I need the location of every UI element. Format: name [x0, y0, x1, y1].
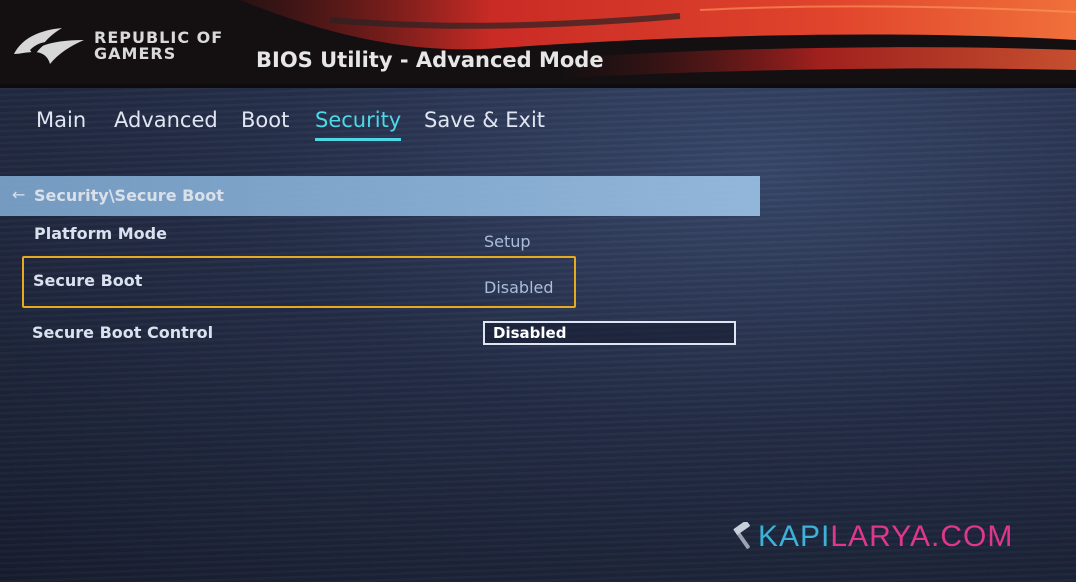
secure-boot-label: Secure Boot	[33, 271, 143, 290]
watermark: KAPILARYA.COM	[730, 518, 1040, 558]
brand-line-2: GAMERS	[94, 44, 177, 63]
tab-bar: Main Advanced Boot Security Save & Exit	[0, 108, 700, 152]
breadcrumb-path: Security\Secure Boot	[34, 186, 224, 205]
hammer-icon	[733, 522, 750, 549]
back-arrow-icon[interactable]: ←	[12, 185, 25, 204]
tab-main[interactable]: Main	[36, 108, 86, 138]
rog-logo-icon	[14, 28, 84, 64]
tab-security[interactable]: Security	[315, 108, 402, 141]
header-bar: REPUBLIC OF GAMERS BIOS Utility - Advanc…	[0, 0, 1076, 88]
watermark-part-2: LARYA.COM	[830, 520, 1014, 553]
watermark-text: KAPILARYA.COM	[758, 520, 1013, 554]
brand-name: REPUBLIC OF GAMERS	[94, 30, 223, 62]
app-title: BIOS Utility - Advanced Mode	[256, 48, 604, 72]
secure-boot-value: Disabled	[484, 278, 554, 297]
platform-mode-value: Setup	[484, 232, 531, 251]
secure-boot-control-value: Disabled	[493, 324, 567, 342]
tab-boot[interactable]: Boot	[241, 108, 289, 138]
platform-mode-label: Platform Mode	[34, 224, 167, 243]
breadcrumb[interactable]: ← Security\Secure Boot	[0, 176, 760, 216]
watermark-part-1: KAPI	[758, 520, 831, 553]
secure-boot-control-label: Secure Boot Control	[32, 323, 214, 342]
secure-boot-control-select[interactable]: Disabled	[483, 321, 736, 345]
tab-advanced[interactable]: Advanced	[114, 108, 218, 138]
tab-save-exit[interactable]: Save & Exit	[424, 108, 545, 138]
